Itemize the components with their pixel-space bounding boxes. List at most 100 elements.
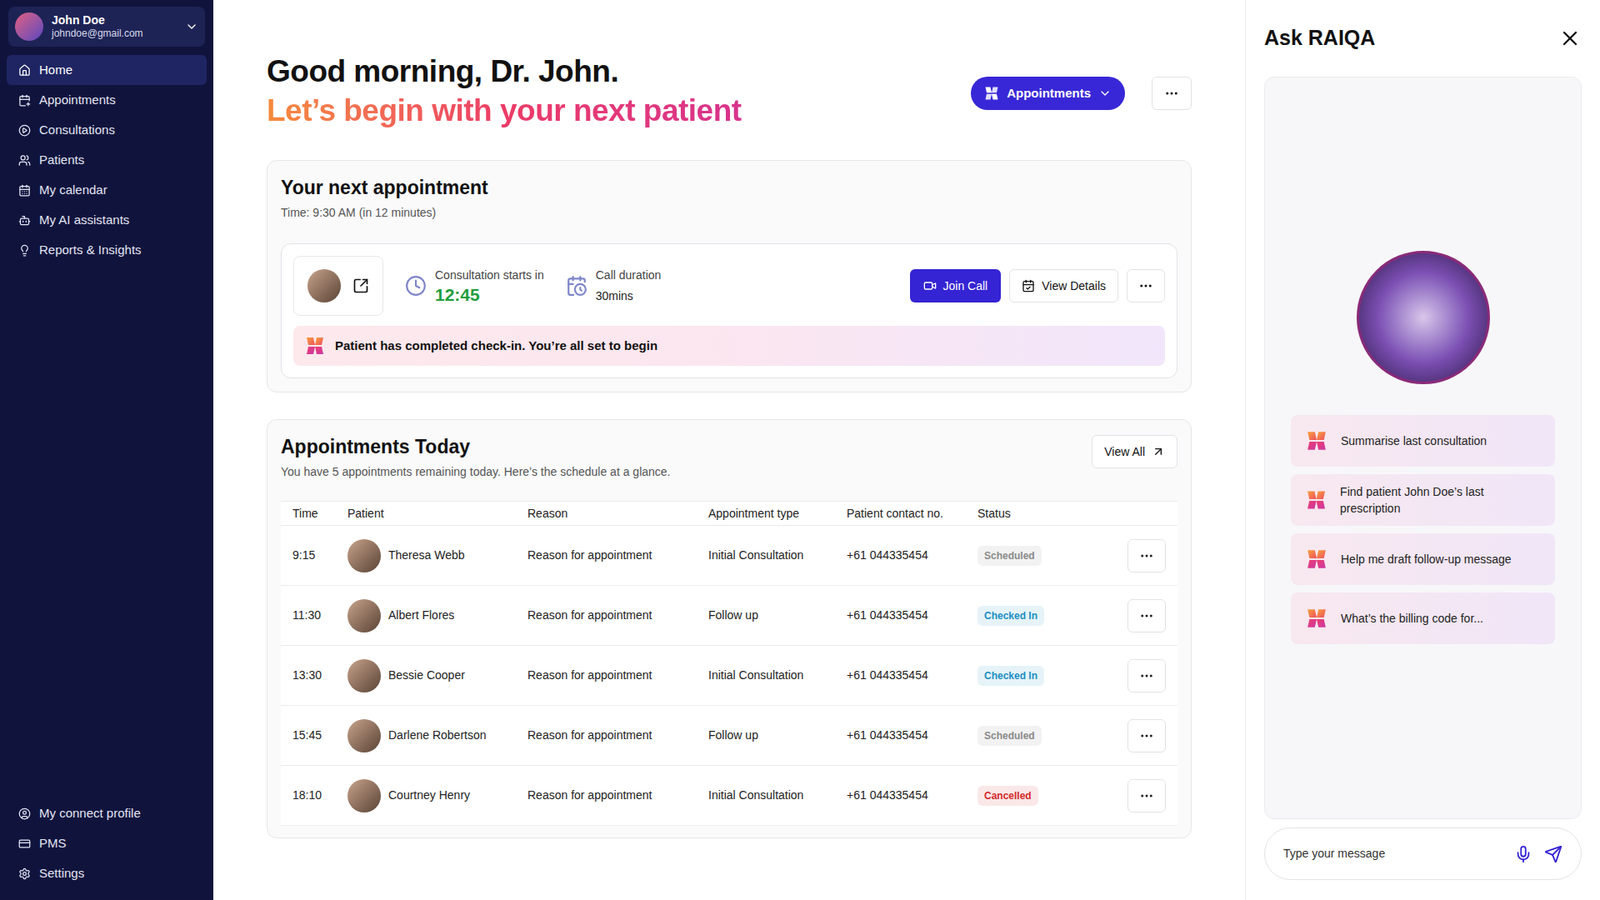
close-icon[interactable] <box>1558 26 1582 50</box>
column-header: Status <box>977 505 1128 523</box>
app: John Doejohndoe@gmail.comHomeAppointment… <box>0 0 1600 900</box>
sidebar-item[interactable]: My AI assistants <box>6 205 207 235</box>
raiqa-logo-icon <box>1305 489 1327 511</box>
appointments-button[interactable]: Appointments <box>970 76 1125 110</box>
status-badge: Scheduled <box>977 545 1042 566</box>
sidebar-item[interactable]: Consultations <box>6 115 207 145</box>
row-more-button[interactable] <box>1127 659 1166 693</box>
view-all-button[interactable]: View All <box>1091 435 1178 469</box>
next-appointment-card: Your next appointmentTime: 9:30 AM (in 1… <box>266 160 1192 393</box>
checkin-banner: Patient has completed check-in. You’re a… <box>293 325 1165 366</box>
type-cell: Initial Consultation <box>708 666 847 685</box>
more-button[interactable] <box>1126 269 1165 303</box>
raiqa-logo-icon <box>1305 548 1328 570</box>
nav-icon <box>18 94 31 107</box>
type-cell: Initial Consultation <box>708 546 847 565</box>
more-icon <box>1139 608 1155 624</box>
status-badge: Checked In <box>977 665 1045 686</box>
contact-cell: +61 044335454 <box>846 606 978 625</box>
status-badge: Checked In <box>977 605 1045 626</box>
sidebar-item[interactable]: Reports & Insights <box>6 235 207 265</box>
more-icon <box>1139 788 1155 804</box>
open-external-icon <box>352 277 370 295</box>
raiqa-logo-icon <box>984 85 1000 101</box>
user-avatar <box>15 12 44 41</box>
time-cell: 11:30 <box>292 606 348 625</box>
assistant-panel: Ask RAIQASummarise last consultationFind… <box>1245 0 1600 900</box>
main-content: Good morning, Dr. John.Let’s begin with … <box>213 0 1245 900</box>
countdown-value: 12:45 <box>435 284 545 306</box>
table-row[interactable]: 9:15Theresa WebbReason for appointmentIn… <box>280 525 1178 586</box>
microphone-icon[interactable] <box>1514 845 1533 864</box>
sidebar-item[interactable]: My connect profile <box>6 798 207 829</box>
table-row[interactable]: 13:30 Bessie Cooper Reason for appointment… <box>280 645 1178 706</box>
type-cell: Initial Consultation <box>708 786 847 805</box>
contact-cell: +61 044335454 <box>846 786 978 805</box>
time-cell: 13:30 <box>292 666 348 685</box>
chevron-down-icon <box>185 20 199 34</box>
join-call-button[interactable]: Join Call <box>910 269 1002 303</box>
greeting-subtitle: Let’s begin with your next patient <box>266 90 742 132</box>
clock-icon <box>405 275 427 297</box>
message-input[interactable]: Type your message <box>1264 827 1582 880</box>
more-icon <box>1139 728 1155 744</box>
sidebar-item[interactable]: Patients <box>6 145 207 175</box>
nav-icon <box>18 184 31 197</box>
row-more-button[interactable] <box>1127 779 1166 813</box>
input-placeholder: Type your message <box>1283 845 1503 863</box>
reason-cell: Reason for appointment <box>527 666 709 685</box>
appointments-today-card: Appointments TodayYou have 5 appointment… <box>266 419 1192 839</box>
patient-name: Courtney Henry <box>388 786 470 805</box>
time-cell: 15:45 <box>292 726 348 745</box>
appointments-today-subtitle: You have 5 appointments remaining today.… <box>280 463 671 481</box>
chevron-down-icon <box>1098 86 1112 100</box>
more-button[interactable] <box>1151 76 1192 110</box>
suggestion-chip[interactable]: Find patient John Doe’s last prescriptio… <box>1290 474 1555 526</box>
view-details-button[interactable]: View Details <box>1009 269 1119 303</box>
table-header: TimePatientReasonAppointment typePatient… <box>280 500 1178 526</box>
video-icon <box>923 279 937 293</box>
suggestion-chip[interactable]: Help me draft follow-up message <box>1290 533 1555 585</box>
patient-name: Albert Flores <box>388 606 455 625</box>
status-badge: Scheduled <box>977 725 1042 746</box>
type-cell: Follow up <box>708 726 847 745</box>
nav-icon <box>18 214 31 227</box>
table-row[interactable]: 11:30 Albert Flores Reason for appointment… <box>280 585 1178 646</box>
patient-name: Theresa Webb <box>388 546 465 565</box>
type-cell: Follow up <box>708 606 847 625</box>
row-more-button[interactable] <box>1127 539 1166 573</box>
column-header: Appointment type <box>708 505 847 523</box>
suggestion-chip[interactable]: Summarise last consultation <box>1290 415 1555 467</box>
sidebar-item[interactable]: Settings <box>6 858 207 889</box>
sidebar: John Doejohndoe@gmail.com HomeAppointment… <box>0 0 214 900</box>
table-row[interactable]: 18:10Courtney HenryReason for appointmen… <box>280 765 1178 826</box>
column-header: Patient <box>347 505 528 523</box>
table-row[interactable]: 15:45Darlene RobertsonReason for appoint… <box>280 705 1178 766</box>
arrow-up-right-icon <box>1151 445 1165 459</box>
next-appointment-title: Your next appointment <box>280 175 1178 200</box>
row-more-button[interactable] <box>1127 719 1166 753</box>
row-more-button[interactable] <box>1127 599 1166 633</box>
appointments-table: TimePatientReasonAppointment typePatient… <box>280 500 1178 826</box>
reason-cell: Reason for appointment <box>527 726 709 745</box>
sidebar-item[interactable]: My calendar <box>6 175 207 205</box>
duration-label: Call duration <box>595 266 662 285</box>
reason-cell: Reason for appointment <box>527 786 709 805</box>
reason-cell: Reason for appointment <box>527 606 709 625</box>
sidebar-item[interactable]: Home <box>6 55 207 85</box>
calendar-icon <box>565 275 588 297</box>
countdown-label: Consultation starts in <box>435 266 545 285</box>
sidebar-item[interactable]: PMS <box>6 828 207 859</box>
send-icon[interactable] <box>1544 845 1563 864</box>
user-menu[interactable]: John Doejohndoe@gmail.com <box>8 6 205 47</box>
more-icon <box>1164 85 1180 101</box>
nav-icon <box>18 837 31 850</box>
patient-box[interactable] <box>293 255 384 316</box>
nav-icon <box>18 64 31 77</box>
patient-avatar <box>347 599 381 633</box>
calendar-check-icon <box>1021 279 1035 293</box>
suggestion-chip[interactable]: What’s the billing code for... <box>1290 592 1555 645</box>
sidebar-item[interactable]: Appointments <box>6 85 207 115</box>
status-badge: Cancelled <box>977 785 1039 806</box>
patient-name: Bessie Cooper <box>388 666 465 685</box>
